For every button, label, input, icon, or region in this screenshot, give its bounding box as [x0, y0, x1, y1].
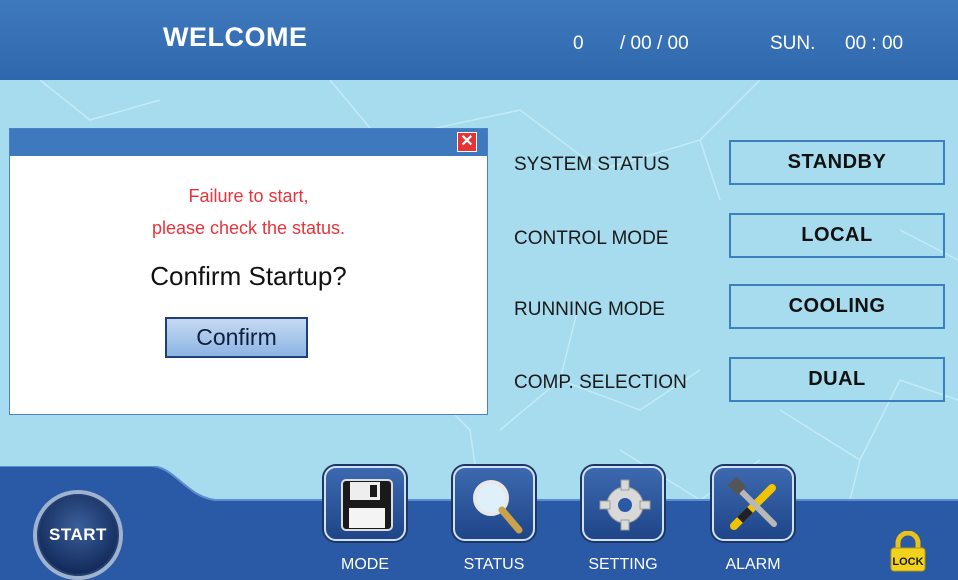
status-button[interactable] — [453, 466, 535, 541]
confirm-question: Confirm Startup? — [150, 261, 347, 291]
start-button[interactable]: START — [33, 490, 123, 580]
mode-button[interactable] — [324, 466, 406, 541]
running-mode-label: RUNNING MODE — [514, 299, 665, 320]
date-month-day: / 00 / 00 — [620, 33, 689, 54]
lock-icon[interactable]: LOCK — [888, 531, 928, 573]
system-status-value: STANDBY — [729, 140, 945, 185]
day-of-week: SUN. — [770, 33, 816, 54]
comp-selection-value: DUAL — [729, 357, 945, 402]
clock-time: 00 : 00 — [845, 33, 904, 54]
error-message-line2: please check the status. — [151, 218, 346, 238]
gear-icon — [599, 479, 651, 531]
status-label: STATUS — [463, 556, 525, 573]
magnifier-icon — [473, 480, 523, 534]
dialog-titlebar: ✕ — [10, 129, 487, 156]
alarm-label: ALARM — [725, 556, 781, 573]
system-status-label: SYSTEM STATUS — [514, 154, 670, 175]
control-mode-label: CONTROL MODE — [514, 228, 669, 249]
control-mode-value: LOCAL — [729, 213, 945, 258]
tools-icon — [727, 476, 777, 530]
setting-label: SETTING — [588, 556, 658, 573]
alarm-button[interactable] — [712, 466, 794, 541]
startup-dialog: ✕ Failure to start, please check the sta… — [9, 128, 488, 415]
header-bar: WELCOME 0 / 00 / 00 SUN. 00 : 00 — [0, 0, 958, 80]
mode-label: MODE — [341, 556, 389, 573]
floppy-disk-icon — [341, 479, 393, 531]
close-icon[interactable]: ✕ — [457, 132, 477, 152]
error-message-line1: Failure to start, — [188, 186, 309, 206]
confirm-button[interactable]: Confirm — [165, 317, 308, 358]
page-title: WELCOME — [163, 22, 308, 52]
running-mode-value: COOLING — [729, 284, 945, 329]
setting-button[interactable] — [582, 466, 664, 541]
comp-selection-label: COMP. SELECTION — [514, 372, 687, 393]
lock-label: LOCK — [892, 556, 923, 568]
date-year: 0 — [573, 33, 584, 54]
